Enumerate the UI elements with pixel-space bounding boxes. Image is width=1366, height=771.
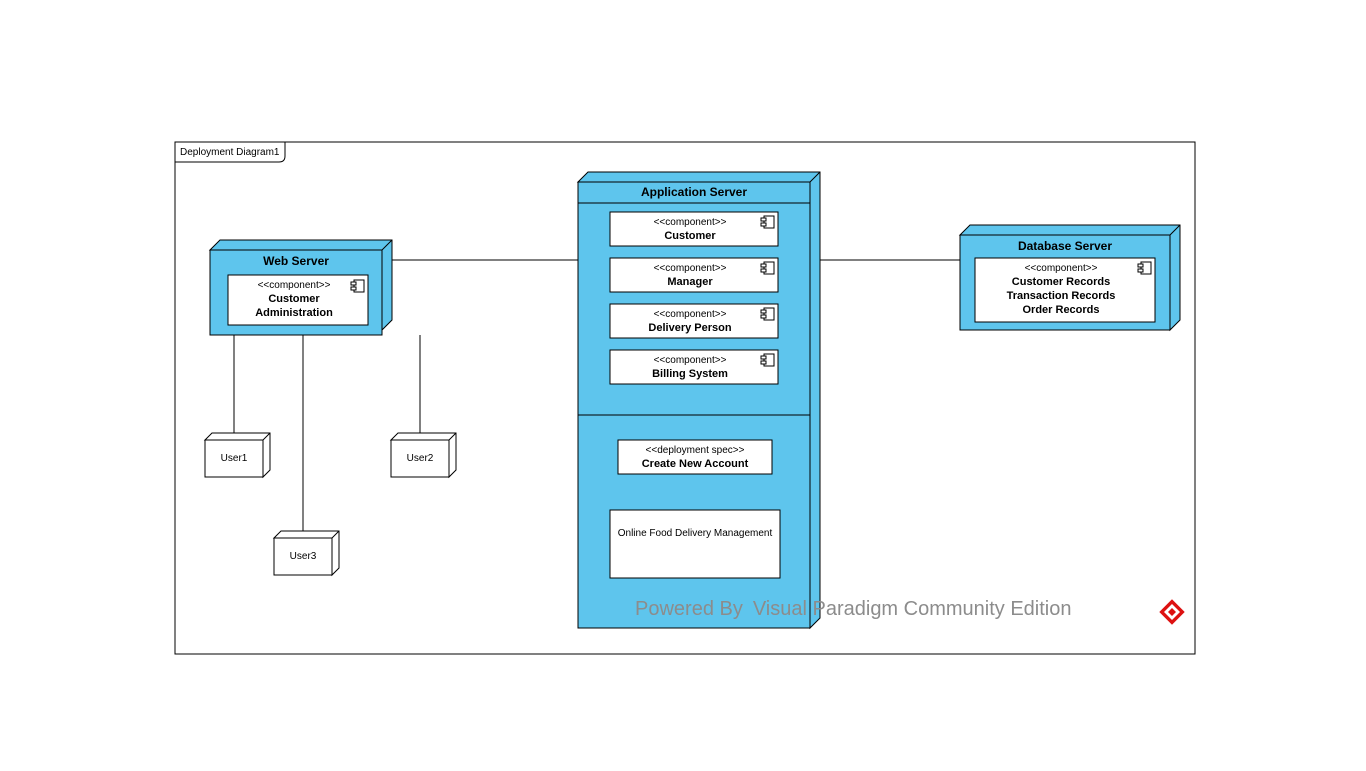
component-manager: <<component>> Manager xyxy=(610,258,778,292)
component-db-records: <<component>> Customer Records Transacti… xyxy=(975,258,1155,322)
component-billing-system: <<component>> Billing System xyxy=(610,350,778,384)
deployment-spec-name: Create New Account xyxy=(642,458,749,470)
component-customer-admin: <<component>> Customer Administration xyxy=(228,275,368,325)
deployment-diagram: Deployment Diagram1 Web Server <<compone… xyxy=(0,0,1366,768)
component-customer: <<component>> Customer xyxy=(610,212,778,246)
web-server-title: Web Server xyxy=(263,254,329,268)
watermark-text: Powered By Visual Paradigm Community Edi… xyxy=(635,598,1072,620)
user1-label: User1 xyxy=(221,453,248,464)
stereotype-label: <<component>> xyxy=(1025,263,1098,274)
stereotype-label: <<component>> xyxy=(258,280,331,291)
user3-label: User3 xyxy=(290,551,317,562)
component-delivery-person: <<component>> Delivery Person xyxy=(610,304,778,338)
stereotype-label: <<deployment spec>> xyxy=(646,445,745,456)
record-line-3: Order Records xyxy=(1022,304,1099,316)
stereotype-label: <<component>> xyxy=(654,355,727,366)
node-database-server: Database Server <<component>> Customer R… xyxy=(960,225,1180,330)
app-server-title: Application Server xyxy=(641,185,747,199)
node-user2: User2 xyxy=(391,433,456,477)
db-server-title: Database Server xyxy=(1018,239,1112,253)
node-user1: User1 xyxy=(205,433,270,477)
artifact-name: Online Food Delivery Management xyxy=(618,528,773,539)
component-name: Manager xyxy=(667,276,713,288)
vp-logo-icon xyxy=(1160,600,1184,624)
artifact-odm: Online Food Delivery Management xyxy=(610,510,780,578)
stereotype-label: <<component>> xyxy=(654,309,727,320)
stereotype-label: <<component>> xyxy=(654,217,727,228)
component-name: Customer xyxy=(268,293,320,305)
record-line-2: Transaction Records xyxy=(1007,290,1116,302)
component-name: Delivery Person xyxy=(648,322,731,334)
user2-label: User2 xyxy=(407,453,434,464)
component-name: Customer xyxy=(664,230,716,242)
node-application-server: Application Server <<component>> Custome… xyxy=(578,172,820,628)
node-web-server: Web Server <<component>> Customer Admini… xyxy=(210,240,392,335)
record-line-1: Customer Records xyxy=(1012,276,1110,288)
deployment-spec-create-account: <<deployment spec>> Create New Account xyxy=(618,440,772,474)
stereotype-label: <<component>> xyxy=(654,263,727,274)
node-user3: User3 xyxy=(274,531,339,575)
component-name: Billing System xyxy=(652,368,728,380)
component-name-2: Administration xyxy=(255,307,333,319)
frame-title: Deployment Diagram1 xyxy=(180,147,280,158)
